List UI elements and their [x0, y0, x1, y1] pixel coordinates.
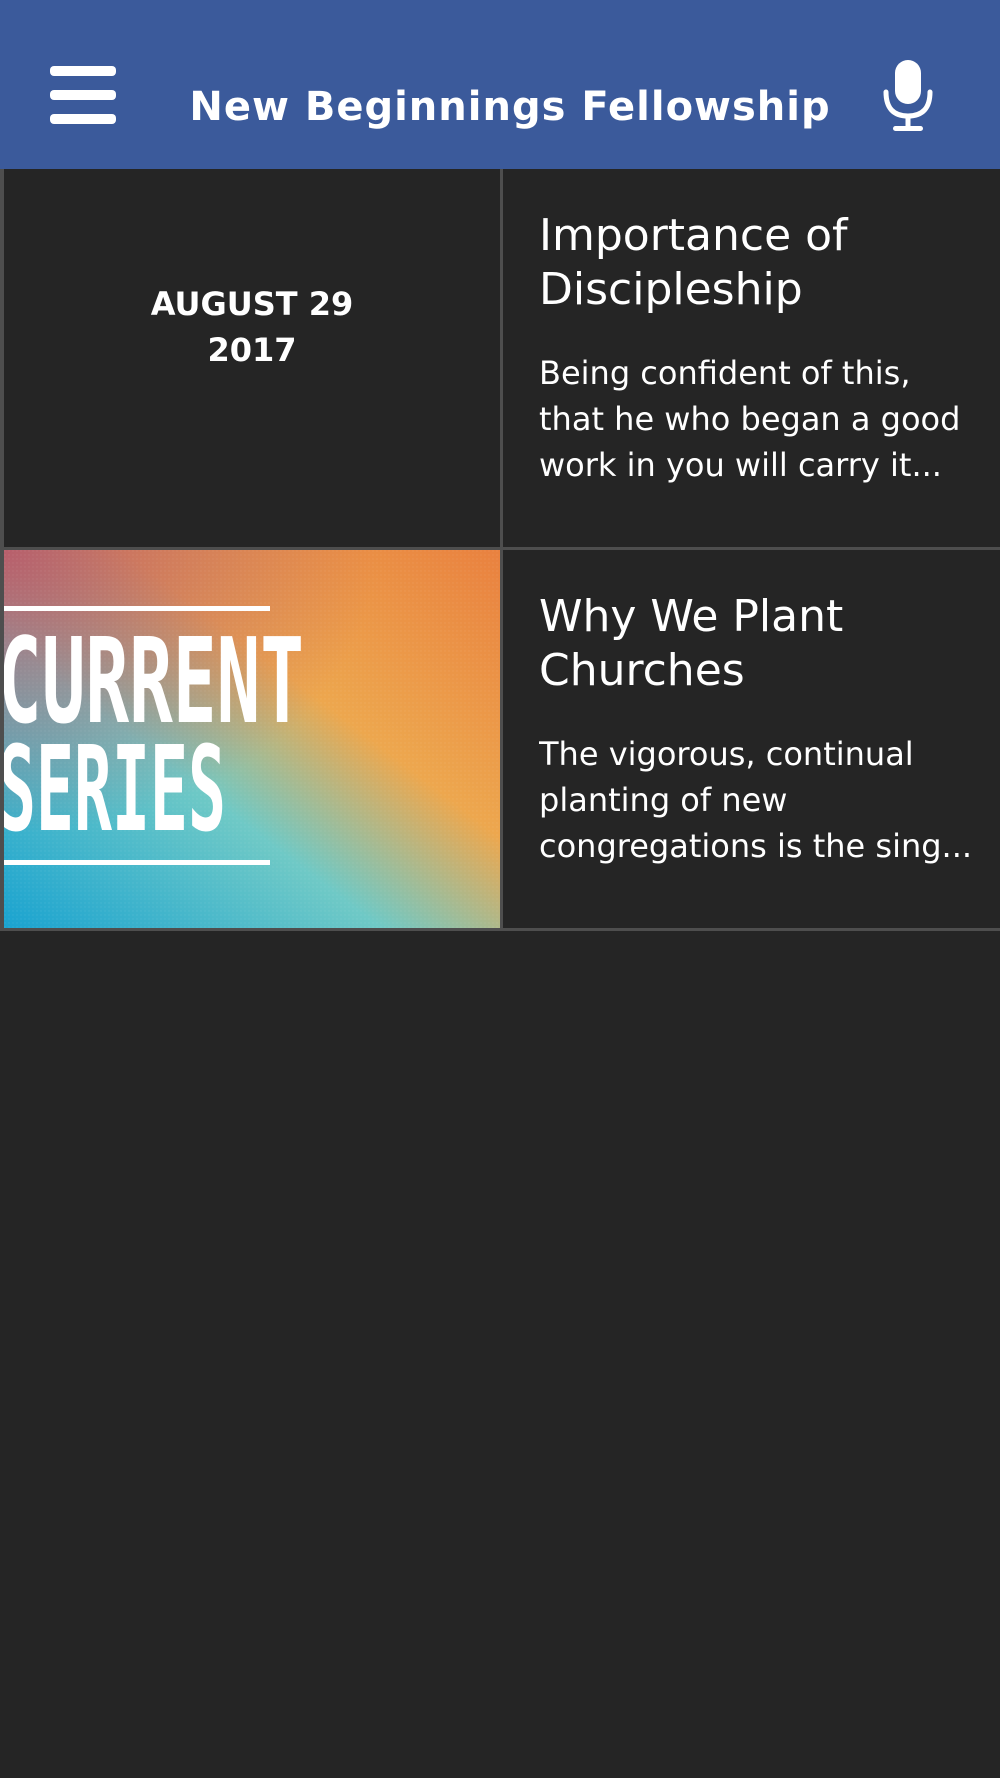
- item-description-line: congregations is the sing...: [539, 827, 973, 865]
- app-header: New Beginnings Fellowship: [0, 0, 1000, 169]
- item-title-line: Importance of: [539, 210, 848, 261]
- microphone-icon[interactable]: [880, 58, 940, 136]
- hamburger-menu-icon[interactable]: [50, 66, 130, 132]
- item-description-line: The vigorous, continual: [539, 735, 914, 773]
- sermon-date: AUGUST 29 2017: [4, 281, 500, 373]
- item-description-line: Being confident of this,: [539, 354, 911, 392]
- date-thumbnail: AUGUST 29 2017: [0, 169, 503, 547]
- item-title-line: Churches: [539, 645, 745, 696]
- series-image-text: SERIES: [4, 720, 226, 858]
- item-title-line: Discipleship: [539, 264, 803, 315]
- sermon-list: AUGUST 29 2017 Importance of Discipleshi…: [0, 169, 1000, 931]
- item-title-line: Why We Plant: [539, 591, 844, 642]
- item-title: Importance of Discipleship: [539, 209, 979, 317]
- list-item[interactable]: CURRENT SERIES Why We Plant Churches The…: [0, 550, 1000, 931]
- list-item[interactable]: AUGUST 29 2017 Importance of Discipleshi…: [0, 169, 1000, 550]
- date-month-day: AUGUST 29: [150, 285, 354, 323]
- date-year: 2017: [207, 331, 297, 369]
- item-description-line: work in you will carry it...: [539, 446, 942, 484]
- item-text: Why We Plant Churches The vigorous, cont…: [539, 590, 979, 869]
- series-thumbnail: CURRENT SERIES: [0, 550, 503, 928]
- app-title: New Beginnings Fellowship: [189, 84, 831, 130]
- item-description: Being confident of this, that he who beg…: [539, 350, 979, 488]
- item-description-line: that he who began a good: [539, 400, 961, 438]
- item-description-line: planting of new: [539, 781, 788, 819]
- current-series-image: CURRENT SERIES: [4, 550, 500, 928]
- item-description: The vigorous, continual planting of new …: [539, 731, 979, 869]
- empty-list-area: [0, 932, 1000, 1778]
- item-title: Why We Plant Churches: [539, 590, 979, 698]
- item-text: Importance of Discipleship Being confide…: [539, 209, 979, 488]
